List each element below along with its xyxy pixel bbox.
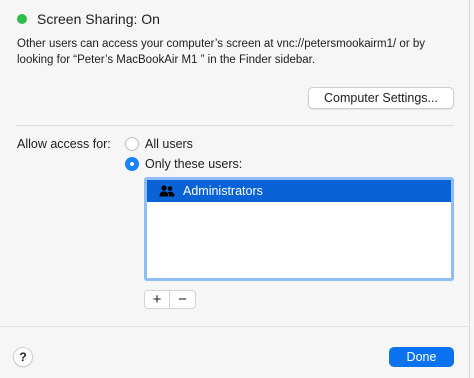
section-divider xyxy=(16,125,454,126)
group-icon xyxy=(159,184,175,198)
allow-access-label: Allow access for: xyxy=(17,137,111,151)
remove-user-button[interactable]: − xyxy=(170,291,195,308)
allowed-users-list[interactable]: Administrators xyxy=(144,177,454,281)
add-user-button[interactable]: + xyxy=(145,291,171,308)
radio-only-these-users[interactable]: Only these users: xyxy=(125,157,242,171)
description-line-2: looking for “Peter’s MacBookAir M1 ” in … xyxy=(17,54,316,66)
list-item[interactable]: Administrators xyxy=(147,180,451,202)
radio-button-all-users[interactable] xyxy=(125,137,139,151)
done-button[interactable]: Done xyxy=(389,347,454,367)
radio-button-only-these-users[interactable] xyxy=(125,157,139,171)
radio-label-only-these-users[interactable]: Only these users: xyxy=(145,157,242,171)
status-indicator-dot xyxy=(17,14,27,24)
screen-sharing-panel: Screen Sharing: On Other users can acces… xyxy=(0,0,470,378)
sharing-description: Other users can access your computer’s s… xyxy=(17,36,463,68)
radio-all-users[interactable]: All users xyxy=(125,137,193,151)
description-line-1: Other users can access your computer’s s… xyxy=(17,38,425,50)
help-button[interactable]: ? xyxy=(13,347,33,367)
radio-label-all-users[interactable]: All users xyxy=(145,137,193,151)
footer-divider xyxy=(0,326,470,327)
list-add-remove-control: + − xyxy=(144,290,196,309)
status-title: Screen Sharing: On xyxy=(37,11,160,27)
computer-settings-button[interactable]: Computer Settings... xyxy=(308,87,454,109)
status-row: Screen Sharing: On xyxy=(17,11,160,27)
list-item-label: Administrators xyxy=(183,184,263,198)
